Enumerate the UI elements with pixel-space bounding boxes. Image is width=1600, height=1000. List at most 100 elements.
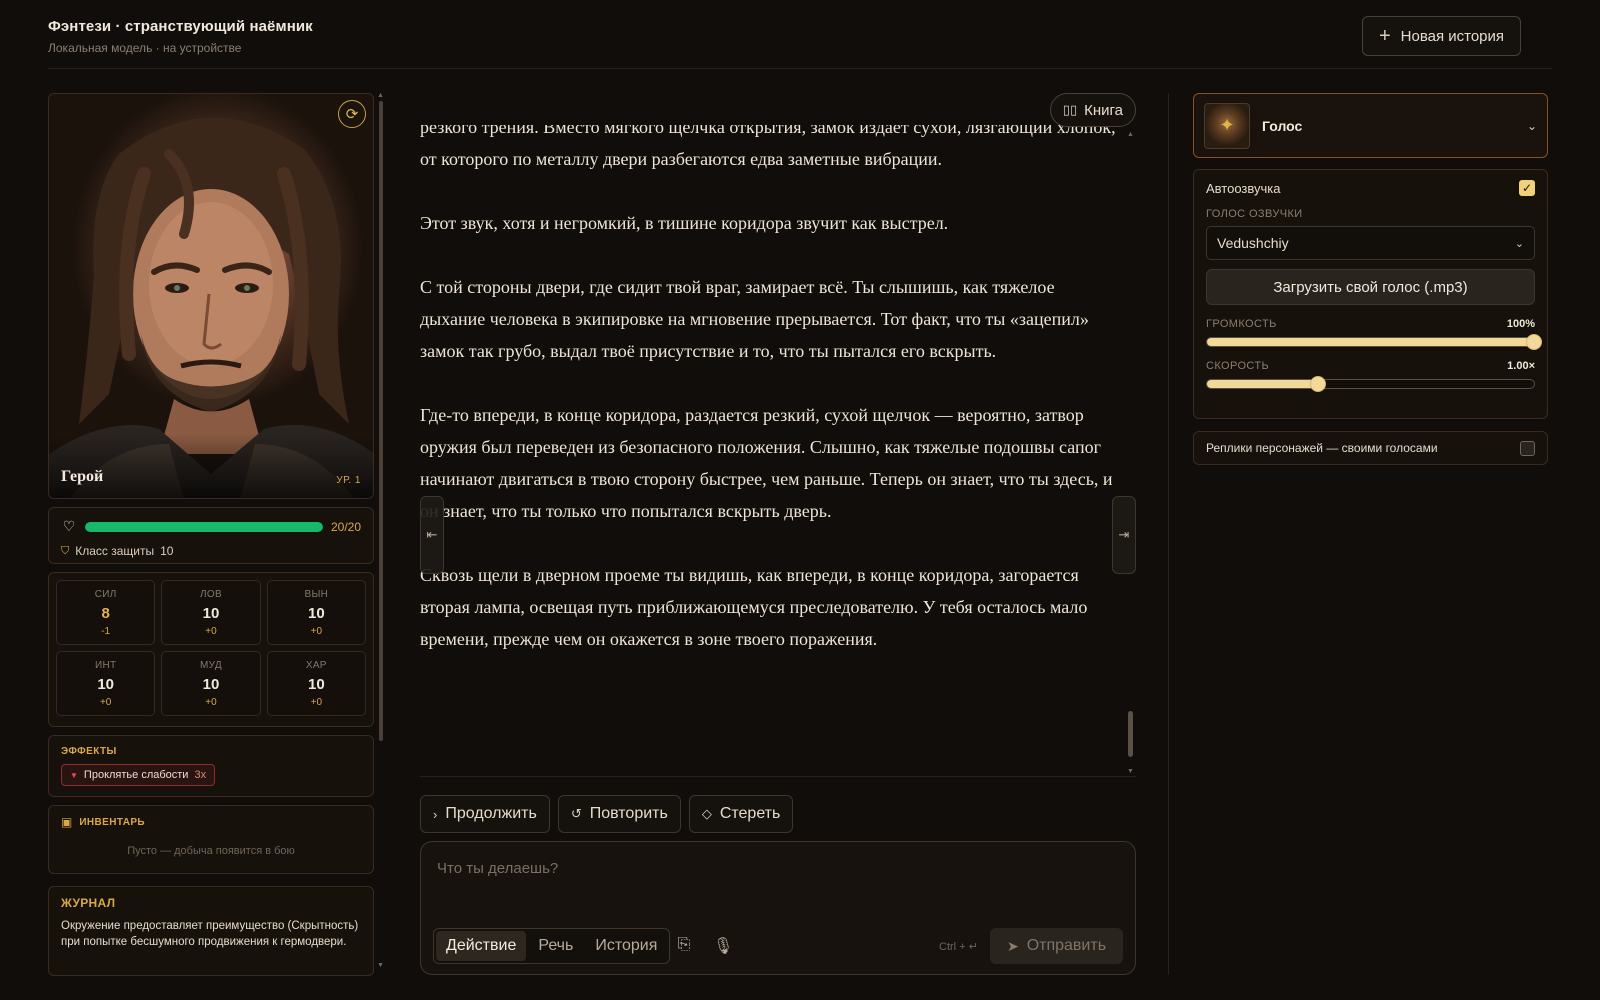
volume-slider-thumb[interactable] [1526, 334, 1542, 350]
retry-button[interactable]: ↺ Повторить [557, 795, 681, 833]
story-paragraph: Этот звук, хотя и негромкий, в тишине ко… [420, 213, 949, 233]
speed-label: СКОРОСТЬ [1206, 360, 1270, 372]
mode-speech-tab[interactable]: Речь [528, 931, 583, 961]
voice-settings-panel: Автоозвучка ✓ ГОЛОС ОЗВУЧКИ Vedushchiy ⌄… [1193, 169, 1548, 419]
app-title: Фэнтези · странствующий наёмник [48, 18, 313, 35]
voice-select-label: ГОЛОС ОЗВУЧКИ [1206, 208, 1303, 220]
book-button[interactable]: ▯▯ Книга [1049, 93, 1136, 127]
scroll-up-icon[interactable]: ▲ [377, 92, 384, 99]
voice-sidebar: ✦ Голос ⌄ Автоозвучка ✓ ГОЛОС ОЗВУЧКИ Ve… [1193, 93, 1548, 465]
backpack-icon: ▣ [61, 815, 73, 829]
hero-name: Герой [61, 468, 104, 485]
down-arrow-icon: ▼ [70, 770, 78, 780]
stat-str: СИЛ 8 -1 [56, 580, 156, 645]
stat-value: 10 [202, 676, 220, 693]
book-icon: ▯▯ [1062, 102, 1078, 117]
hero-level: УР. 1 [336, 475, 361, 486]
journal-text: Окружение предоставляет преимущество (Ск… [61, 920, 359, 948]
hero-portrait-image [49, 117, 373, 498]
story-paragraph: Сквозь щели в дверном проеме ты видишь, … [420, 565, 1088, 649]
speed-slider-fill [1207, 380, 1319, 388]
character-voices-row: Реплики персонажей — своими голосами [1193, 431, 1548, 465]
effect-chip[interactable]: ▼ Проклятье слабости 3x [61, 764, 216, 786]
scrollbar-thumb[interactable] [379, 101, 383, 741]
volume-value: 100% [1506, 318, 1535, 330]
stat-name: ЛОВ [200, 589, 222, 600]
header: Фэнтези · странствующий наёмник Локальна… [48, 18, 313, 55]
stat-value: 10 [202, 605, 220, 622]
speed-slider[interactable] [1206, 376, 1535, 392]
microphone-icon[interactable]: 🎙 [713, 936, 733, 956]
speed-slider-thumb[interactable] [1310, 376, 1327, 392]
continue-label: Продолжить [445, 805, 537, 822]
composer: Действие Речь История ⎘ 🎙 Ctrl + ↵ ➤ Отп… [420, 841, 1136, 975]
stat-mod: +0 [310, 697, 323, 708]
voice-select-value: Vedushchiy [1217, 235, 1289, 251]
stat-mod: +0 [205, 626, 217, 637]
book-icon: ✦ [1219, 115, 1235, 135]
armor-value: 10 [160, 544, 174, 558]
health-panel: ♡ 20/20 ⛉ Класс защиты 10 [48, 507, 374, 564]
action-input[interactable] [437, 860, 1117, 910]
stat-mod: +0 [99, 697, 112, 708]
column-divider [1168, 93, 1169, 975]
hp-bar [85, 521, 323, 532]
story-divider [420, 776, 1136, 777]
stat-name: ВЫН [304, 589, 329, 600]
effects-panel: ЭФФЕКТЫ ▼ Проклятье слабости 3x [48, 735, 374, 797]
scrollbar-thumb[interactable] [1128, 711, 1133, 757]
mode-selector: Действие Речь История [433, 928, 671, 964]
stat-int: ИНТ 10 +0 [56, 651, 156, 716]
refresh-icon: ⟳ [345, 106, 359, 123]
journal-panel: ЖУРНАЛ Окружение предоставляет преимущес… [48, 886, 374, 976]
stat-cha: ХАР 10 +0 [266, 651, 366, 716]
story-text: резкого трения. Вместо мягкого щелчка от… [420, 125, 1120, 687]
autoplay-checkbox[interactable]: ✓ [1519, 180, 1535, 196]
stat-mod: -1 [101, 626, 111, 637]
paperclip-icon[interactable]: ⎘ [674, 936, 694, 954]
sidebar-scrollbar[interactable]: ▲ ▼ [377, 92, 384, 969]
volume-slider-fill [1207, 338, 1534, 346]
chevron-down-icon: ⌄ [1514, 237, 1524, 250]
stat-value: 10 [307, 676, 325, 693]
send-button[interactable]: ➤ Отправить [990, 928, 1123, 964]
new-story-button[interactable]: + Новая история [1362, 16, 1521, 56]
scroll-down-icon[interactable]: ▼ [377, 962, 384, 969]
voice-select[interactable]: Vedushchiy ⌄ [1206, 226, 1535, 260]
scroll-up-icon[interactable]: ▲ [1127, 131, 1134, 138]
upload-voice-button[interactable]: Загрузить свой голос (.mp3) [1206, 269, 1535, 305]
story-paragraph: резкого трения. Вместо мягкого щелчка от… [420, 125, 1116, 169]
erase-button[interactable]: ◇ Стереть [688, 795, 794, 833]
collapse-right-panel-button[interactable]: ⇥ [1112, 496, 1136, 574]
mode-action-tab[interactable]: Действие [436, 931, 527, 961]
replicas-checkbox[interactable] [1520, 440, 1535, 456]
speed-value: 1.00× [1507, 360, 1535, 372]
panel-left-icon: ⇤ [426, 527, 438, 542]
voice-title: Голос [1262, 117, 1303, 134]
stat-dex: ЛОВ 10 +0 [161, 580, 261, 645]
stat-name: ХАР [305, 660, 327, 671]
plus-icon: + [1378, 25, 1391, 47]
voice-section-header[interactable]: ✦ Голос ⌄ [1193, 93, 1548, 158]
inventory-label: ИНВЕНТАРЬ [79, 816, 146, 828]
stat-value: 10 [307, 605, 325, 622]
continue-button[interactable]: › Продолжить [420, 795, 550, 833]
inventory-panel: ▣ ИНВЕНТАРЬ Пусто — добыча появится в бо… [48, 805, 374, 874]
volume-label: ГРОМКОСТЬ [1206, 318, 1277, 330]
armor-label: Класс защиты [75, 544, 155, 558]
stat-mod: +0 [205, 697, 217, 708]
stat-name: СИЛ [94, 589, 117, 600]
story-scrollbar[interactable]: ▲ ▼ [1127, 131, 1135, 775]
refresh-portrait-button[interactable]: ⟳ [338, 100, 366, 128]
inventory-empty-text: Пусто — добыча появится в бою [127, 845, 295, 857]
stat-wis: МУД 10 +0 [161, 651, 261, 716]
character-sidebar: ⟳ Герой УР. 1 ♡ 20/20 ⛉ Класс защиты 10 … [48, 93, 374, 976]
collapse-left-panel-button[interactable]: ⇤ [420, 496, 444, 574]
header-divider [48, 68, 1552, 69]
volume-slider[interactable] [1206, 334, 1542, 350]
journal-title: ЖУРНАЛ [61, 896, 116, 910]
chevron-right-icon: › [433, 806, 438, 822]
mode-story-tab[interactable]: История [585, 931, 667, 961]
hp-bar-fill [85, 521, 323, 532]
scroll-down-icon[interactable]: ▼ [1127, 768, 1134, 775]
